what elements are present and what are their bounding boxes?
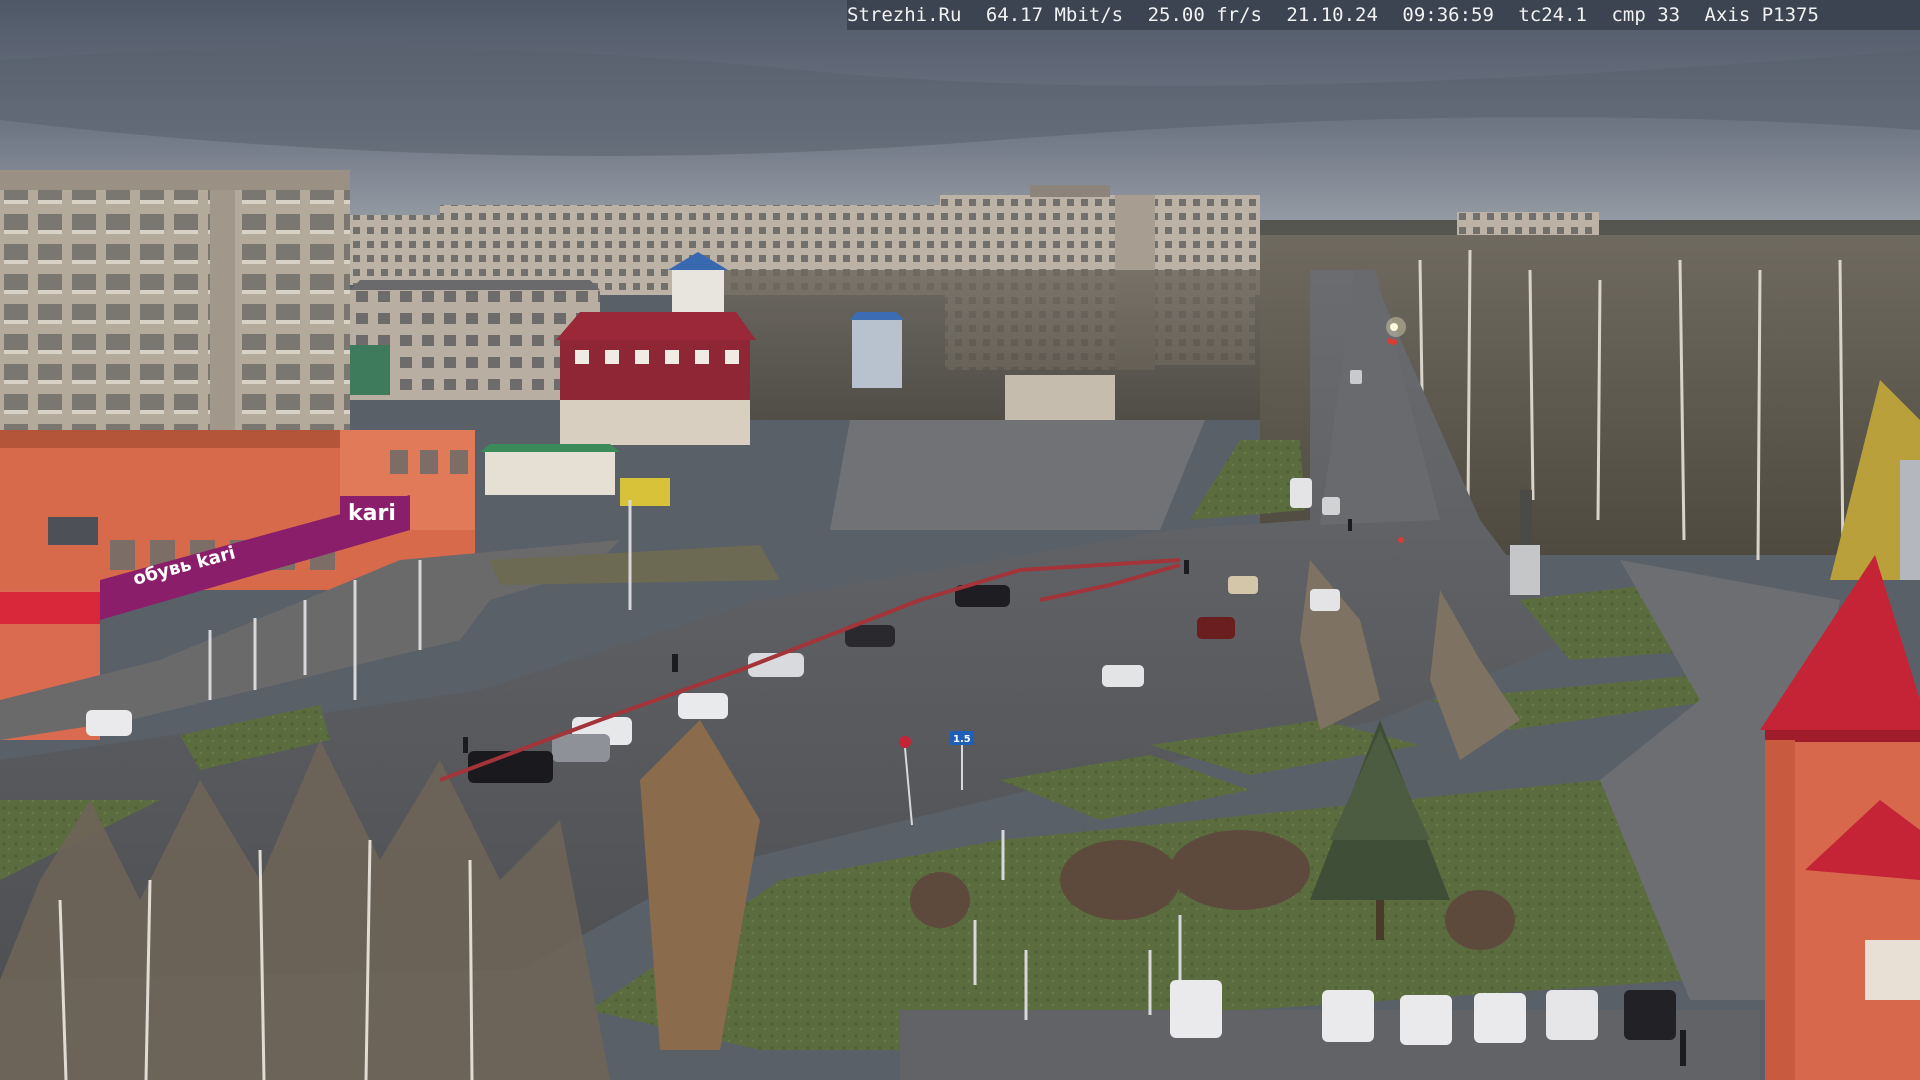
blue-small-building — [852, 318, 902, 388]
spruce-trunk — [1376, 900, 1384, 940]
road-sign-text: 1.5 — [953, 734, 971, 745]
kari-logo: kari — [348, 501, 396, 526]
osd-cmp: cmp 33 — [1611, 4, 1681, 26]
tree-line-mid — [700, 270, 1260, 420]
grey-pillar-right — [1900, 460, 1920, 580]
red-roof-building — [556, 312, 756, 445]
pavilion — [1005, 375, 1115, 420]
osd-date: 21.10.24 — [1286, 4, 1378, 26]
osd-site: Strezhi.Ru — [847, 4, 962, 26]
osd-bitrate: 64.17 Mbit/s — [985, 4, 1124, 26]
webcam-frame: обувь kari kari 1.5 — [0, 0, 1920, 1080]
camera-osd-bar: Strezhi.Ru 64.17 Mbit/s 25.00 fr/s 21.10… — [847, 0, 1920, 30]
kiosk — [480, 444, 670, 506]
grass-right-strip — [1190, 440, 1305, 520]
webcam-viewport: обувь kari kari 1.5 Strezhi.Ru 64.17 Mbi… — [0, 0, 1920, 1080]
blue-small-roof — [850, 312, 904, 320]
osd-framerate: 25.00 fr/s — [1147, 4, 1262, 26]
osd-time: 09:36:59 — [1402, 4, 1494, 26]
osd-camera: Axis P1375 — [1704, 4, 1819, 26]
osd-tc: tc24.1 — [1518, 4, 1587, 26]
plaza-asphalt — [830, 420, 1205, 530]
